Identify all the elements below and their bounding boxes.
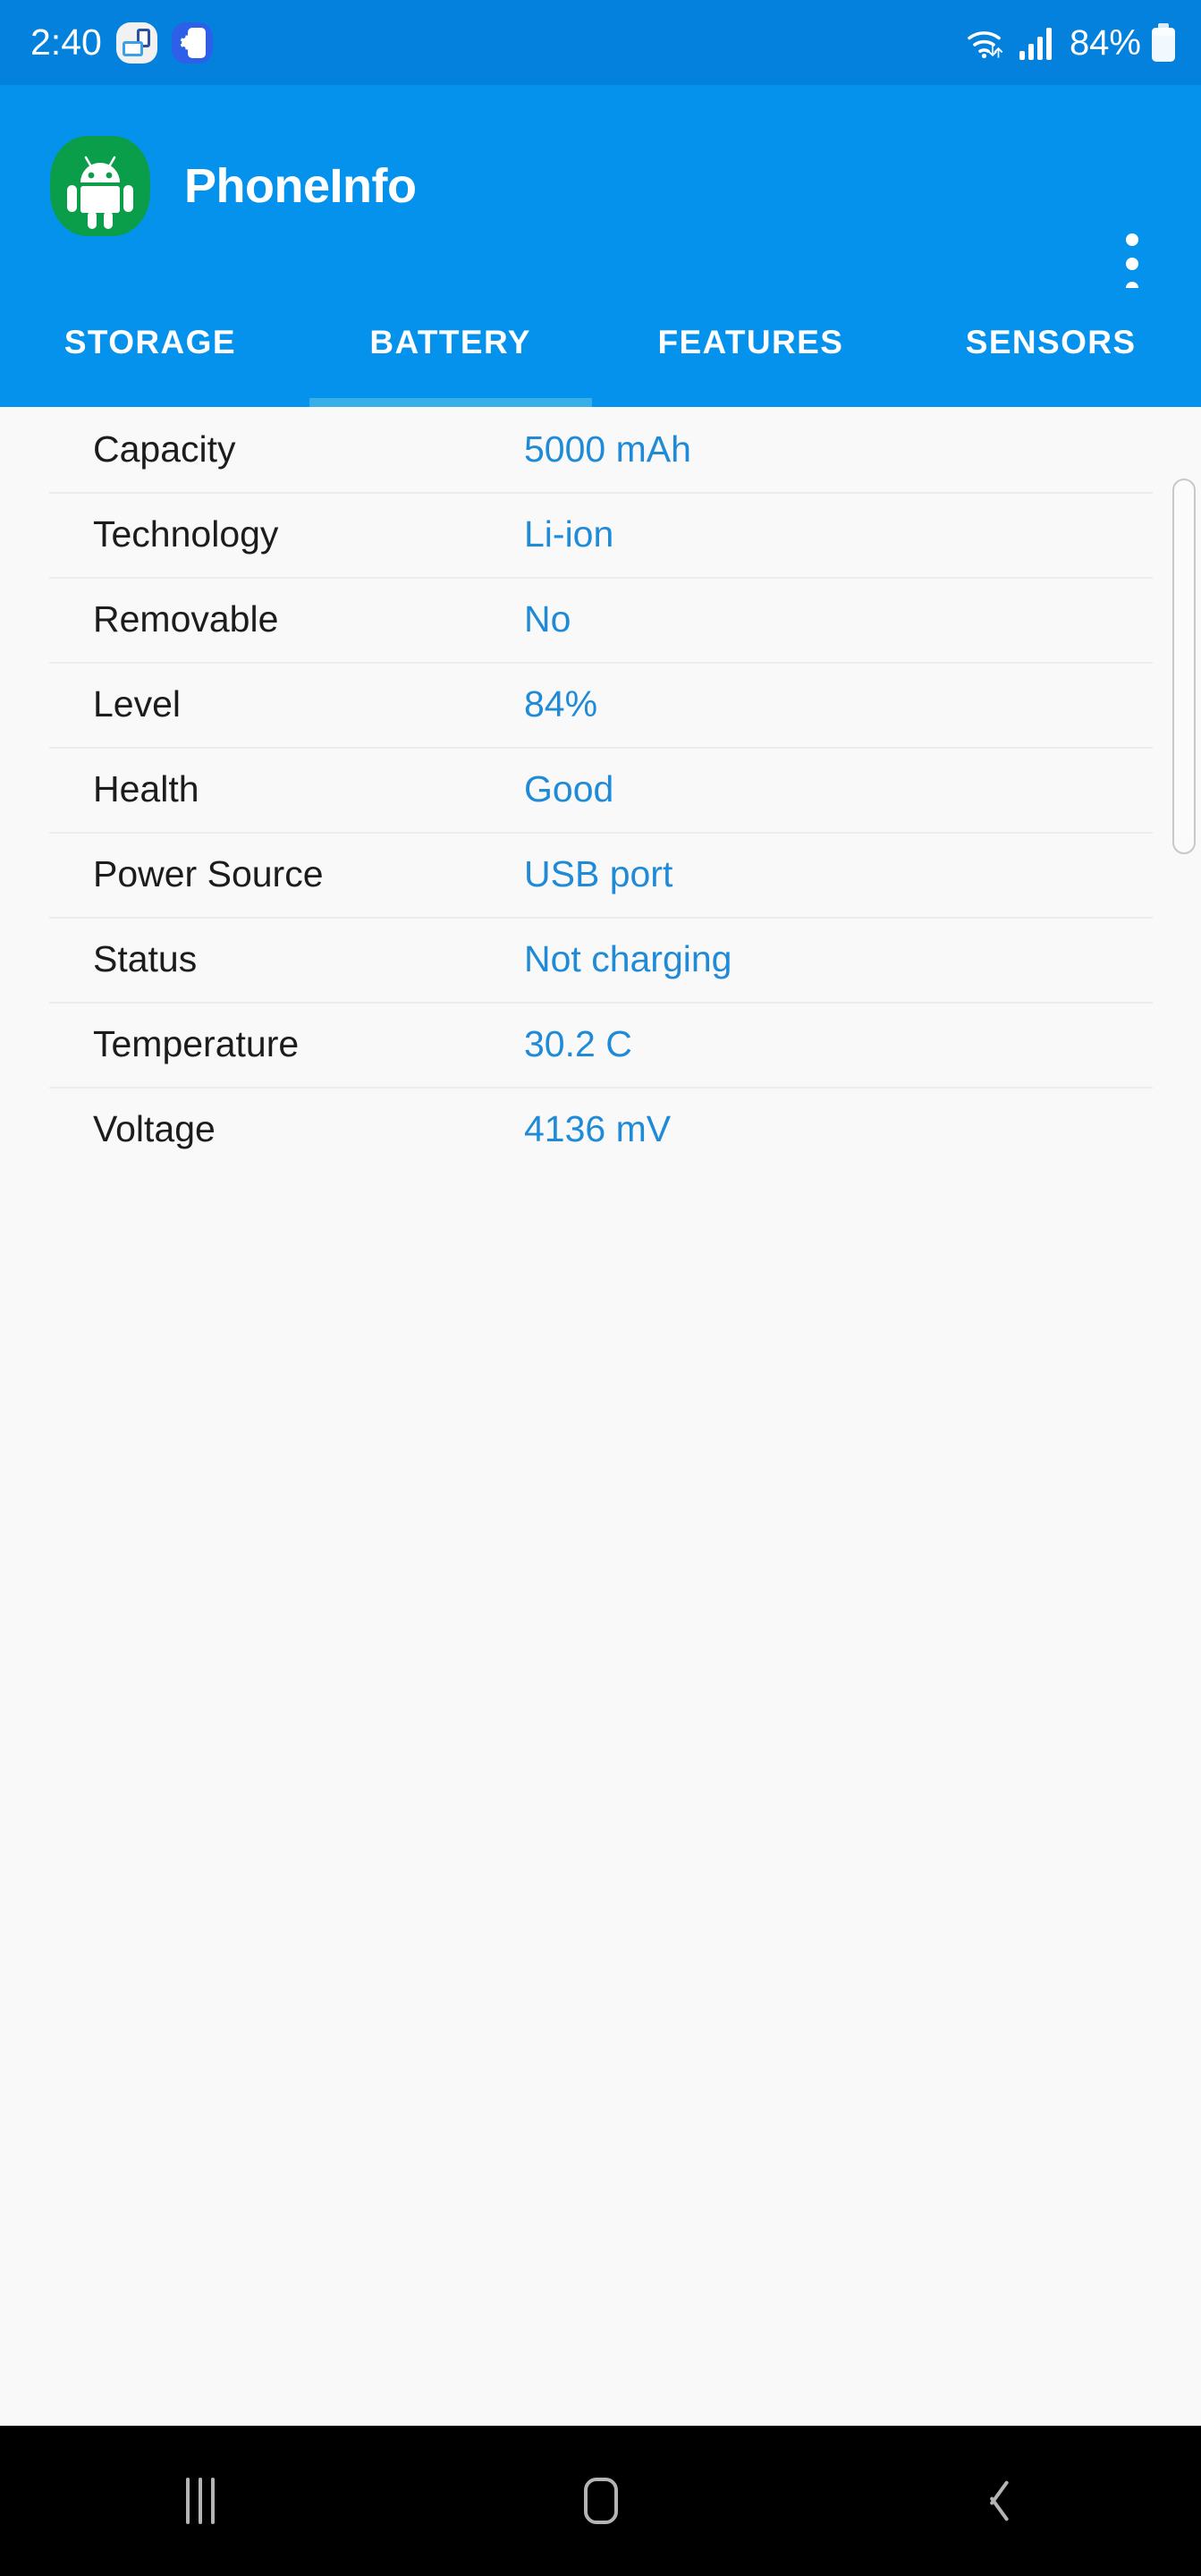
row-label: Status [93, 938, 198, 979]
row-value: Good [524, 768, 614, 809]
app-identity: PhoneInfo [50, 136, 417, 236]
row-label: Power Source [93, 853, 324, 894]
android-robot-glyph [67, 156, 133, 229]
row-value: Not charging [524, 938, 732, 979]
row-value: 5000 mAh [524, 428, 691, 470]
row-label: Removable [93, 598, 279, 640]
overflow-dot [1126, 233, 1138, 246]
row-label: Voltage [93, 1108, 216, 1149]
system-navigation-bar [0, 2426, 1201, 2576]
table-row[interactable]: Technology Li-ion [0, 492, 1201, 577]
tab-label: FEATURES [657, 323, 844, 360]
table-row[interactable]: Temperature 30.2 C [0, 1002, 1201, 1087]
row-value: No [524, 598, 571, 640]
home-button[interactable] [401, 2426, 801, 2576]
tab-battery[interactable]: BATTERY [300, 288, 601, 407]
phone-screen: 2:40 84% PhoneInfo STORAGE BATTERY FEATU… [0, 0, 1201, 2576]
table-row[interactable]: Voltage 4136 mV [0, 1087, 1201, 1172]
android-robot-icon [50, 136, 150, 236]
wifi-icon [968, 30, 1003, 58]
row-label: Temperature [93, 1023, 300, 1064]
app-title: PhoneInfo [184, 159, 417, 213]
tab-active-indicator [309, 398, 592, 407]
tab-label: STORAGE [63, 323, 236, 360]
screen-cast-icon [115, 21, 157, 64]
row-label: Capacity [93, 428, 236, 470]
row-value: 4136 mV [524, 1108, 672, 1149]
row-label: Health [93, 768, 199, 809]
back-icon [985, 2477, 1016, 2525]
row-label: Level [93, 683, 182, 724]
table-row[interactable]: Status Not charging [0, 917, 1201, 1002]
battery-percent-label: 84% [1069, 22, 1141, 63]
row-value: 30.2 C [524, 1023, 632, 1064]
recents-icon [185, 2478, 215, 2524]
row-label: Technology [93, 513, 279, 555]
battery-info-list: Capacity 5000 mAh Technology Li-ion Remo… [0, 407, 1201, 2426]
home-icon [583, 2478, 618, 2524]
tab-bar: STORAGE BATTERY FEATURES SENSORS [0, 288, 1201, 407]
tab-label: BATTERY [369, 323, 531, 360]
tab-storage[interactable]: STORAGE [0, 288, 300, 407]
status-bar: 2:40 84% [0, 0, 1201, 85]
status-bar-clock: 2:40 [30, 21, 102, 63]
gear-icon [180, 35, 194, 49]
table-row[interactable]: Health Good [0, 747, 1201, 832]
back-button[interactable] [800, 2426, 1201, 2576]
table-row[interactable]: Level 84% [0, 662, 1201, 747]
cast-screen-back [122, 40, 143, 56]
table-row[interactable]: Power Source USB port [0, 832, 1201, 917]
overflow-dot [1126, 258, 1138, 270]
recents-button[interactable] [0, 2426, 401, 2576]
row-value: 84% [524, 683, 598, 724]
cellular-signal-icon [1019, 27, 1052, 60]
status-bar-right: 84% [964, 22, 1178, 64]
device-settings-icon [171, 21, 213, 64]
tab-sensors[interactable]: SENSORS [901, 288, 1201, 407]
tab-features[interactable]: FEATURES [601, 288, 901, 407]
table-row[interactable]: Capacity 5000 mAh [0, 407, 1201, 492]
status-bar-left: 2:40 [30, 21, 213, 64]
battery-icon [1152, 22, 1175, 62]
table-row[interactable]: Removable No [0, 577, 1201, 662]
row-value: USB port [524, 853, 673, 894]
app-bar: PhoneInfo [0, 85, 1201, 294]
row-value: Li-ion [524, 513, 614, 555]
vertical-scrollbar-thumb[interactable] [1172, 479, 1196, 854]
tab-label: SENSORS [965, 323, 1137, 360]
